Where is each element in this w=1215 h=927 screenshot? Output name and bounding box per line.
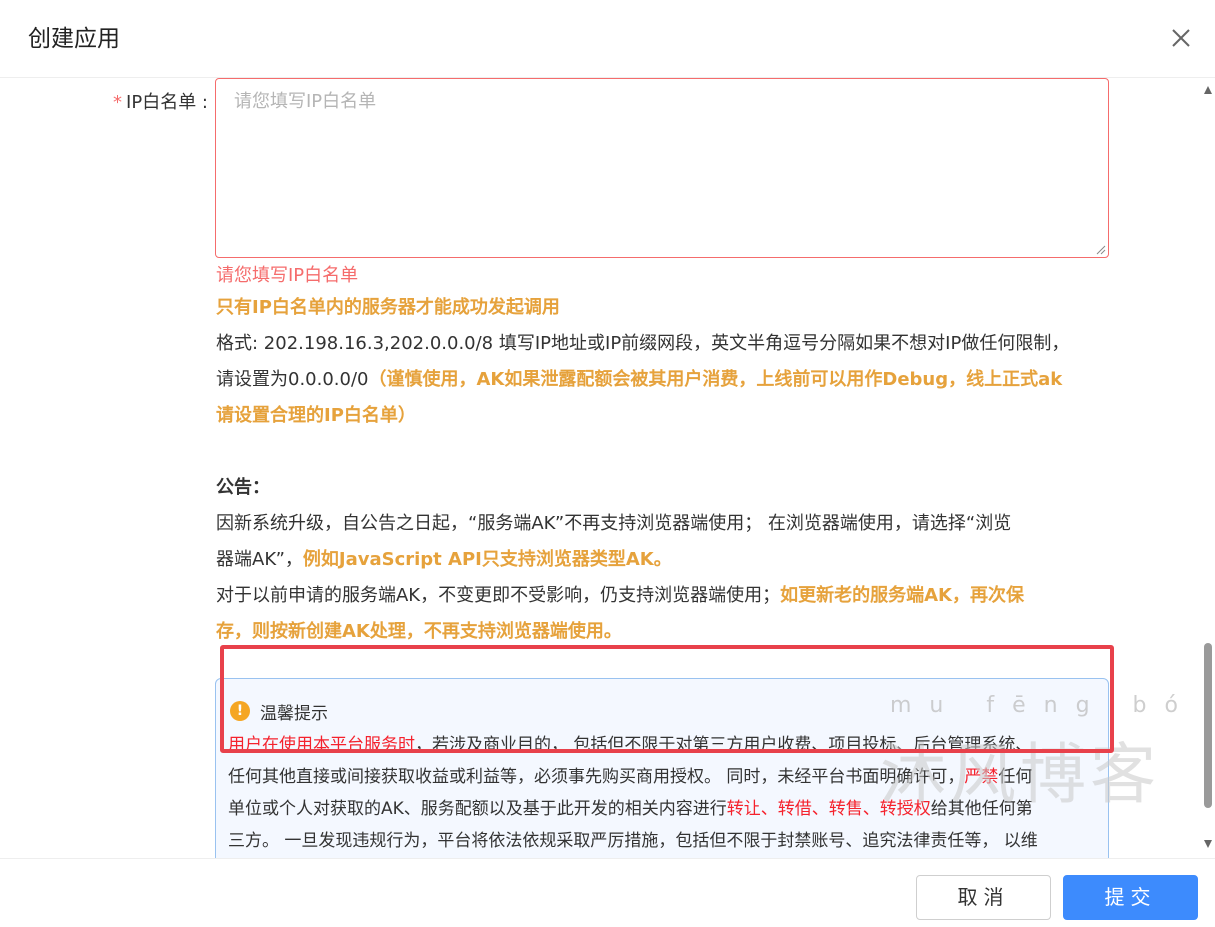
dialog-title: 创建应用: [28, 26, 120, 52]
notice-title: 公告：: [216, 477, 270, 498]
ip-whitelist-label: * IP白名单 :: [96, 90, 208, 120]
ip-whitelist-label-text: IP白名单 :: [126, 92, 208, 113]
scroll-thumb[interactable]: [1204, 643, 1212, 808]
format-line-2: 请设置为0.0.0.0/0（谨慎使用，AK如果泄露配额会被其用户消费，上线前可以…: [216, 369, 1063, 390]
ip-whitelist-field: [215, 78, 1109, 258]
dialog-body: *IP白名单 : 请您填写IP白名单 只有IP白名单内的服务器才能成功发起调用 …: [0, 78, 1215, 858]
resize-handle-icon[interactable]: [1096, 245, 1106, 255]
tip-line-2: 任何其他直接或间接获取收益或利益等，必须事先购买商用授权。 同时，未经平台书面明…: [228, 767, 1033, 787]
tip-line-1: 用户在使用本平台服务时，若涉及商业目的， 包括但不限于对第三方用户收费、项目投标…: [228, 735, 1033, 755]
ip-whitelist-hint: 只有IP白名单内的服务器才能成功发起调用: [216, 290, 1108, 326]
notice-p1-line1: 因新系统升级，自公告之日起，“服务端AK”不再支持浏览器端使用； 在浏览器端使用…: [216, 513, 1012, 534]
notice-p2-line1: 对于以前申请的服务端AK，不变更即不受影响，仍支持浏览器端使用；如更新老的服务端…: [216, 585, 1025, 606]
format-line-1: 格式: 202.198.16.3,202.0.0.0/8 填写IP地址或IP前缀…: [216, 333, 1070, 354]
ip-whitelist-input[interactable]: [216, 79, 1108, 257]
scroll-down-icon[interactable]: [1203, 838, 1213, 850]
tip-title: 温馨提示: [260, 703, 328, 724]
scroll-up-icon[interactable]: [1203, 84, 1213, 96]
format-line-3: 请设置合理的IP白名单）: [216, 405, 416, 426]
format-description: 格式: 202.198.16.3,202.0.0.0/8 填写IP地址或IP前缀…: [216, 326, 1108, 434]
notice-section: 公告： 因新系统升级，自公告之日起，“服务端AK”不再支持浏览器端使用； 在浏览…: [216, 470, 1108, 650]
ip-whitelist-error: 请您填写IP白名单: [216, 258, 1108, 294]
notice-p1-line2: 器端AK”，例如JavaScript API只支持浏览器类型AK。: [216, 549, 672, 570]
required-mark: *: [113, 92, 123, 113]
create-app-dialog: 创建应用 *IP白名单 : 请您填写IP白名单 只有IP白名单内的服务器才能成功…: [0, 0, 1215, 927]
close-icon[interactable]: [1166, 23, 1196, 53]
tip-header: ! 温馨提示: [230, 693, 328, 729]
tip-box: ! 温馨提示 用户在使用本平台服务时，若涉及商业目的， 包括但不限于对第三方用户…: [215, 678, 1109, 858]
tip-body: 用户在使用本平台服务时，若涉及商业目的， 包括但不限于对第三方用户收费、项目投标…: [228, 729, 1100, 857]
warning-icon: !: [230, 701, 250, 721]
error-message: 请您填写IP白名单: [216, 265, 359, 286]
cancel-button[interactable]: 取消: [916, 875, 1051, 920]
submit-button[interactable]: 提交: [1063, 875, 1198, 920]
tip-line-3: 单位或个人对获取的AK、服务配额以及基于此开发的相关内容进行转让、转借、转售、转…: [228, 799, 1033, 819]
notice-p2-line2: 存，则按新创建AK处理，不再支持浏览器端使用。: [216, 621, 622, 642]
vertical-scrollbar[interactable]: [1201, 78, 1215, 858]
tip-line-4: 三方。 一旦发现违规行为，平台将依法依规采取严厉措施，包括但不限于封禁账号、追究…: [228, 831, 1038, 851]
dialog-header: 创建应用: [0, 0, 1215, 78]
hint-text: 只有IP白名单内的服务器才能成功发起调用: [216, 297, 560, 318]
dialog-footer: 取消 提交: [0, 858, 1215, 927]
